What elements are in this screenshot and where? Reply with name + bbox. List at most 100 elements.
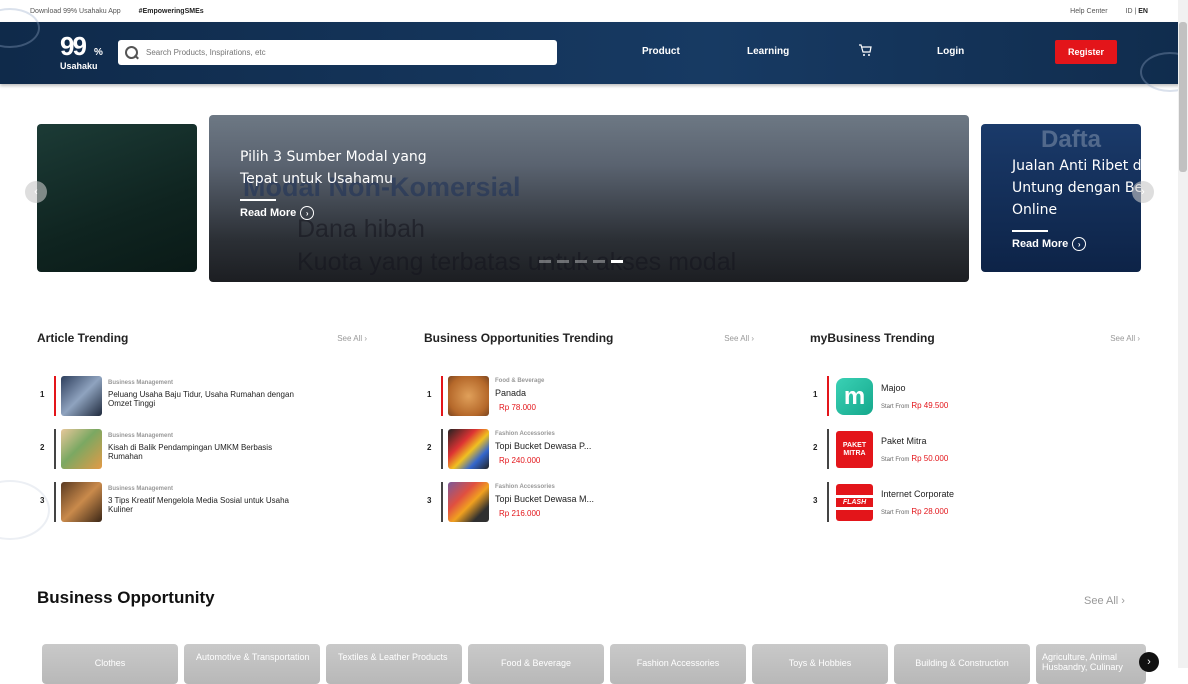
product-thumbnail — [448, 482, 489, 522]
category-next-arrow[interactable]: › — [1139, 652, 1159, 672]
paket-mitra-logo: PAKET MITRA — [836, 431, 873, 468]
carousel-slide-active[interactable]: Modal Non-Komersial Dana hibah Kuota yan… — [209, 115, 969, 282]
lang-separator: | — [1134, 7, 1137, 15]
mybusiness-name[interactable]: Majoo — [881, 383, 906, 393]
mybusiness-name[interactable]: Internet Corporate — [881, 489, 954, 499]
lang-en[interactable]: EN — [1138, 8, 1148, 15]
carousel-dot[interactable] — [575, 260, 587, 263]
empowering-tag[interactable]: #EmpoweringSMEs — [139, 8, 204, 15]
slide-bg-line-2: Kuota yang terbatas untuk akses modal — [297, 248, 737, 276]
article-thumbnail — [61, 376, 102, 416]
product-thumbnail — [448, 376, 489, 416]
list-item[interactable]: 2 Fashion Accessories Topi Bucket Dewasa… — [424, 429, 754, 471]
list-item[interactable]: 1 Business Management Peluang Usaha Baju… — [37, 376, 367, 418]
opportunities-trending-title: Business Opportunities Trending — [424, 331, 614, 345]
business-opportunity-see-all[interactable]: See All › — [1084, 595, 1125, 607]
list-item[interactable]: 2 PAKET MITRA Paket Mitra Start From Rp 5… — [810, 429, 1140, 471]
article-title[interactable]: Kisah di Balik Pendampingan UMKM Berbasi… — [108, 443, 298, 461]
carousel-dot[interactable] — [539, 260, 551, 263]
category-card[interactable]: Agriculture, Animal Husbandry, Culinary — [1036, 644, 1146, 684]
article-title[interactable]: 3 Tips Kreatif Mengelola Media Sosial un… — [108, 496, 298, 514]
slide-title-line-1: Pilih 3 Sumber Modal yang — [240, 149, 427, 165]
carousel-prev-arrow[interactable]: ‹ — [25, 181, 47, 203]
category-carousel: Clothes Automotive & Transportation Text… — [42, 644, 1146, 684]
rank-bar — [441, 429, 443, 469]
rank-number: 3 — [813, 496, 818, 505]
list-item[interactable]: 3 Fashion Accessories Topi Bucket Dewasa… — [424, 482, 754, 524]
article-category: Business Management — [108, 486, 174, 492]
product-title[interactable]: Topi Bucket Dewasa P... — [495, 442, 685, 451]
slide-next-title: Jualan Anti Ribet da Untung dengan Ber O… — [1012, 155, 1141, 221]
flash-logo: FLASH — [836, 484, 873, 521]
carousel-next-arrow[interactable]: › — [1132, 181, 1154, 203]
carousel-dot-active[interactable] — [611, 260, 623, 263]
start-from-label: Start From Rp 50.000 — [881, 454, 949, 463]
scrollbar-thumb[interactable] — [1179, 22, 1187, 172]
rank-bar — [54, 429, 56, 469]
nav-product[interactable]: Product — [642, 46, 680, 57]
mybusiness-price: Rp 49.500 — [911, 401, 949, 410]
category-card[interactable]: Fashion Accessories — [610, 644, 746, 684]
article-category: Business Management — [108, 433, 174, 439]
search-input[interactable] — [146, 48, 546, 57]
rank-number: 1 — [427, 390, 432, 399]
search-bar[interactable] — [118, 40, 557, 65]
category-card[interactable]: Food & Beverage — [468, 644, 604, 684]
list-item[interactable]: 3 FLASH Internet Corporate Start From Rp … — [810, 482, 1140, 524]
slide-next-read-more[interactable]: Read More › — [1012, 237, 1087, 251]
product-price: Rp 216.000 — [499, 509, 541, 518]
usahaku-logo[interactable]: 99 % Usahaku — [60, 33, 110, 75]
opportunities-trending: Business Opportunities Trending See All … — [424, 330, 754, 522]
product-title[interactable]: Panada — [495, 389, 685, 398]
chevron-right-icon: › — [300, 206, 315, 220]
mybusiness-price: Rp 28.000 — [911, 507, 949, 516]
list-item[interactable]: 1 Food & Beverage Panada Rp 78.000 — [424, 376, 754, 418]
lang-id[interactable]: ID — [1126, 8, 1133, 15]
logo-name: Usahaku — [60, 61, 98, 71]
category-card[interactable]: Building & Construction — [894, 644, 1030, 684]
article-see-all[interactable]: See All › — [337, 334, 367, 343]
carousel-dot[interactable] — [593, 260, 605, 263]
carousel-dot[interactable] — [557, 260, 569, 263]
slide-next-title-line-2: Untung dengan Ber — [1012, 180, 1141, 196]
list-item[interactable]: 3 Business Management 3 Tips Kreatif Men… — [37, 482, 367, 524]
mybusiness-trending: myBusiness Trending See All › 1 m Majoo … — [810, 330, 1140, 522]
article-trending-title: Article Trending — [37, 331, 129, 345]
nav-learning[interactable]: Learning — [747, 46, 789, 57]
article-trending: Article Trending See All › 1 Business Ma… — [37, 330, 367, 522]
slide-title-underline — [240, 199, 276, 201]
read-more-label: Read More — [240, 207, 297, 219]
hero-carousel: Modal Non-Komersial Dana hibah Kuota yan… — [0, 115, 1188, 285]
help-center-link[interactable]: Help Center — [1070, 8, 1107, 15]
list-item[interactable]: 2 Business Management Kisah di Balik Pen… — [37, 429, 367, 471]
mybusiness-see-all[interactable]: See All › — [1110, 334, 1140, 343]
cart-icon[interactable] — [858, 44, 872, 58]
language-switch[interactable]: ID | EN — [1126, 8, 1148, 15]
chevron-right-icon: › — [1072, 237, 1087, 251]
top-utility-bar: Download 99% Usahaku App #EmpoweringSMEs… — [0, 0, 1188, 22]
opportunities-see-all[interactable]: See All › — [724, 334, 754, 343]
slide-title: Pilih 3 Sumber Modal yang Tepat untuk Us… — [240, 146, 427, 190]
rank-bar — [54, 376, 56, 416]
carousel-slide-prev[interactable] — [37, 124, 197, 272]
mybusiness-name[interactable]: Paket Mitra — [881, 436, 927, 446]
article-title[interactable]: Peluang Usaha Baju Tidur, Usaha Rumahan … — [108, 390, 298, 408]
slide-bg-line-1: Dana hibah — [297, 215, 425, 243]
category-card[interactable]: Automotive & Transportation — [184, 644, 320, 684]
category-card[interactable]: Clothes — [42, 644, 178, 684]
read-more-link[interactable]: Read More › — [240, 206, 315, 220]
page-scrollbar[interactable] — [1178, 0, 1188, 668]
product-title[interactable]: Topi Bucket Dewasa M... — [495, 495, 685, 504]
category-card[interactable]: Textiles & Leather Products — [326, 644, 462, 684]
search-icon — [124, 45, 140, 61]
category-card[interactable]: Toys & Hobbies — [752, 644, 888, 684]
register-button[interactable]: Register — [1055, 40, 1117, 64]
download-app-link[interactable]: Download 99% Usahaku App — [30, 8, 121, 15]
start-from-label: Start From Rp 49.500 — [881, 401, 949, 410]
slide-title-line-2: Tepat untuk Usahamu — [240, 171, 393, 187]
carousel-slide-next[interactable]: Dafta Jualan Anti Ribet da Untung dengan… — [981, 124, 1141, 272]
carousel-pagination — [539, 260, 623, 263]
list-item[interactable]: 1 m Majoo Start From Rp 49.500 — [810, 376, 1140, 418]
nav-login[interactable]: Login — [937, 46, 964, 57]
slide-next-bg-heading: Dafta — [1041, 126, 1102, 153]
